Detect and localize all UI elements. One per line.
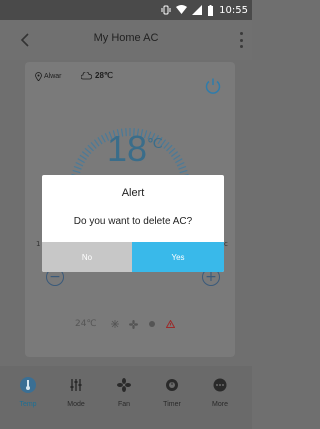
sliders-icon [67, 376, 85, 394]
tab-label: Temp [19, 401, 37, 408]
vibrate-icon [161, 5, 171, 15]
outdoor-temp-value: 28℃ [95, 71, 113, 80]
tab-label: Fan [117, 401, 131, 408]
tab-more[interactable]: More [200, 376, 240, 408]
dial-tick [81, 151, 90, 157]
fan-icon [128, 319, 138, 329]
warning-icon [165, 320, 175, 328]
dial-tick [173, 154, 181, 160]
more-horiz-icon [211, 376, 229, 394]
side-label-left: 1 [36, 240, 41, 248]
dial-tick [179, 169, 188, 174]
dial-tick [170, 151, 179, 157]
dial-tick [166, 144, 173, 152]
dial-tick [79, 154, 87, 160]
tab-fan[interactable]: Fan [104, 376, 144, 408]
dial-tick [176, 161, 185, 167]
dial-tick [75, 161, 84, 167]
tab-temp[interactable]: Temp [8, 376, 48, 408]
dial-tick [72, 169, 81, 174]
signal-icon [192, 5, 203, 15]
dial-tick [175, 158, 183, 164]
dial-tick [77, 158, 85, 164]
fan-icon [115, 376, 133, 394]
dial-tick [100, 134, 106, 143]
bottom-tab-bar: Temp Mode Fan Timer More [0, 366, 252, 429]
location-pin-icon [35, 72, 42, 81]
mode-status-row: 24℃ [75, 319, 175, 329]
location-label: Alwar [44, 73, 62, 80]
no-button[interactable]: No [42, 242, 132, 272]
snowflake-icon [110, 320, 119, 328]
tab-timer[interactable]: Timer [152, 376, 192, 408]
tab-label: Timer [163, 401, 181, 408]
yes-button[interactable]: Yes [132, 242, 224, 272]
power-icon[interactable] [204, 77, 222, 95]
tab-label: More [212, 401, 228, 408]
page-title: My Home AC [93, 32, 159, 44]
dial-tick [93, 139, 100, 147]
location: Alwar [35, 72, 62, 81]
dialog-message: Do you want to delete AC? [73, 216, 193, 227]
more-vert-icon[interactable] [238, 32, 244, 48]
dial-tick [163, 142, 170, 149]
tab-label: Mode [67, 401, 85, 408]
set-temp: 24℃ [75, 319, 97, 329]
dial-tick [87, 144, 94, 152]
outdoor-temp: 28℃ [81, 71, 113, 80]
dial-tick [90, 142, 97, 149]
dialog-title: Alert [121, 187, 145, 199]
current-temp-value: 18 [107, 128, 148, 169]
temp-unit: ℃ [147, 135, 163, 151]
current-temperature: 18℃ [107, 128, 163, 170]
dial-tick [97, 136, 103, 145]
wifi-icon [176, 5, 188, 14]
status-time: 10:55 [219, 4, 248, 16]
status-bar: 10:55 [0, 0, 252, 20]
app-bar: My Home AC [0, 20, 252, 60]
timer-icon [163, 376, 181, 394]
alert-dialog: Alert Do you want to delete AC? No Yes [42, 175, 224, 272]
dial-tick [73, 165, 82, 170]
thermometer-icon [19, 376, 37, 394]
side-label-right: c [224, 240, 228, 248]
dot-icon [148, 321, 155, 327]
dial-tick [168, 147, 176, 155]
battery-icon [208, 4, 214, 16]
dial-tick [178, 165, 187, 170]
dial-tick [84, 147, 92, 155]
cloud-icon [81, 71, 92, 79]
tab-mode[interactable]: Mode [56, 376, 96, 408]
